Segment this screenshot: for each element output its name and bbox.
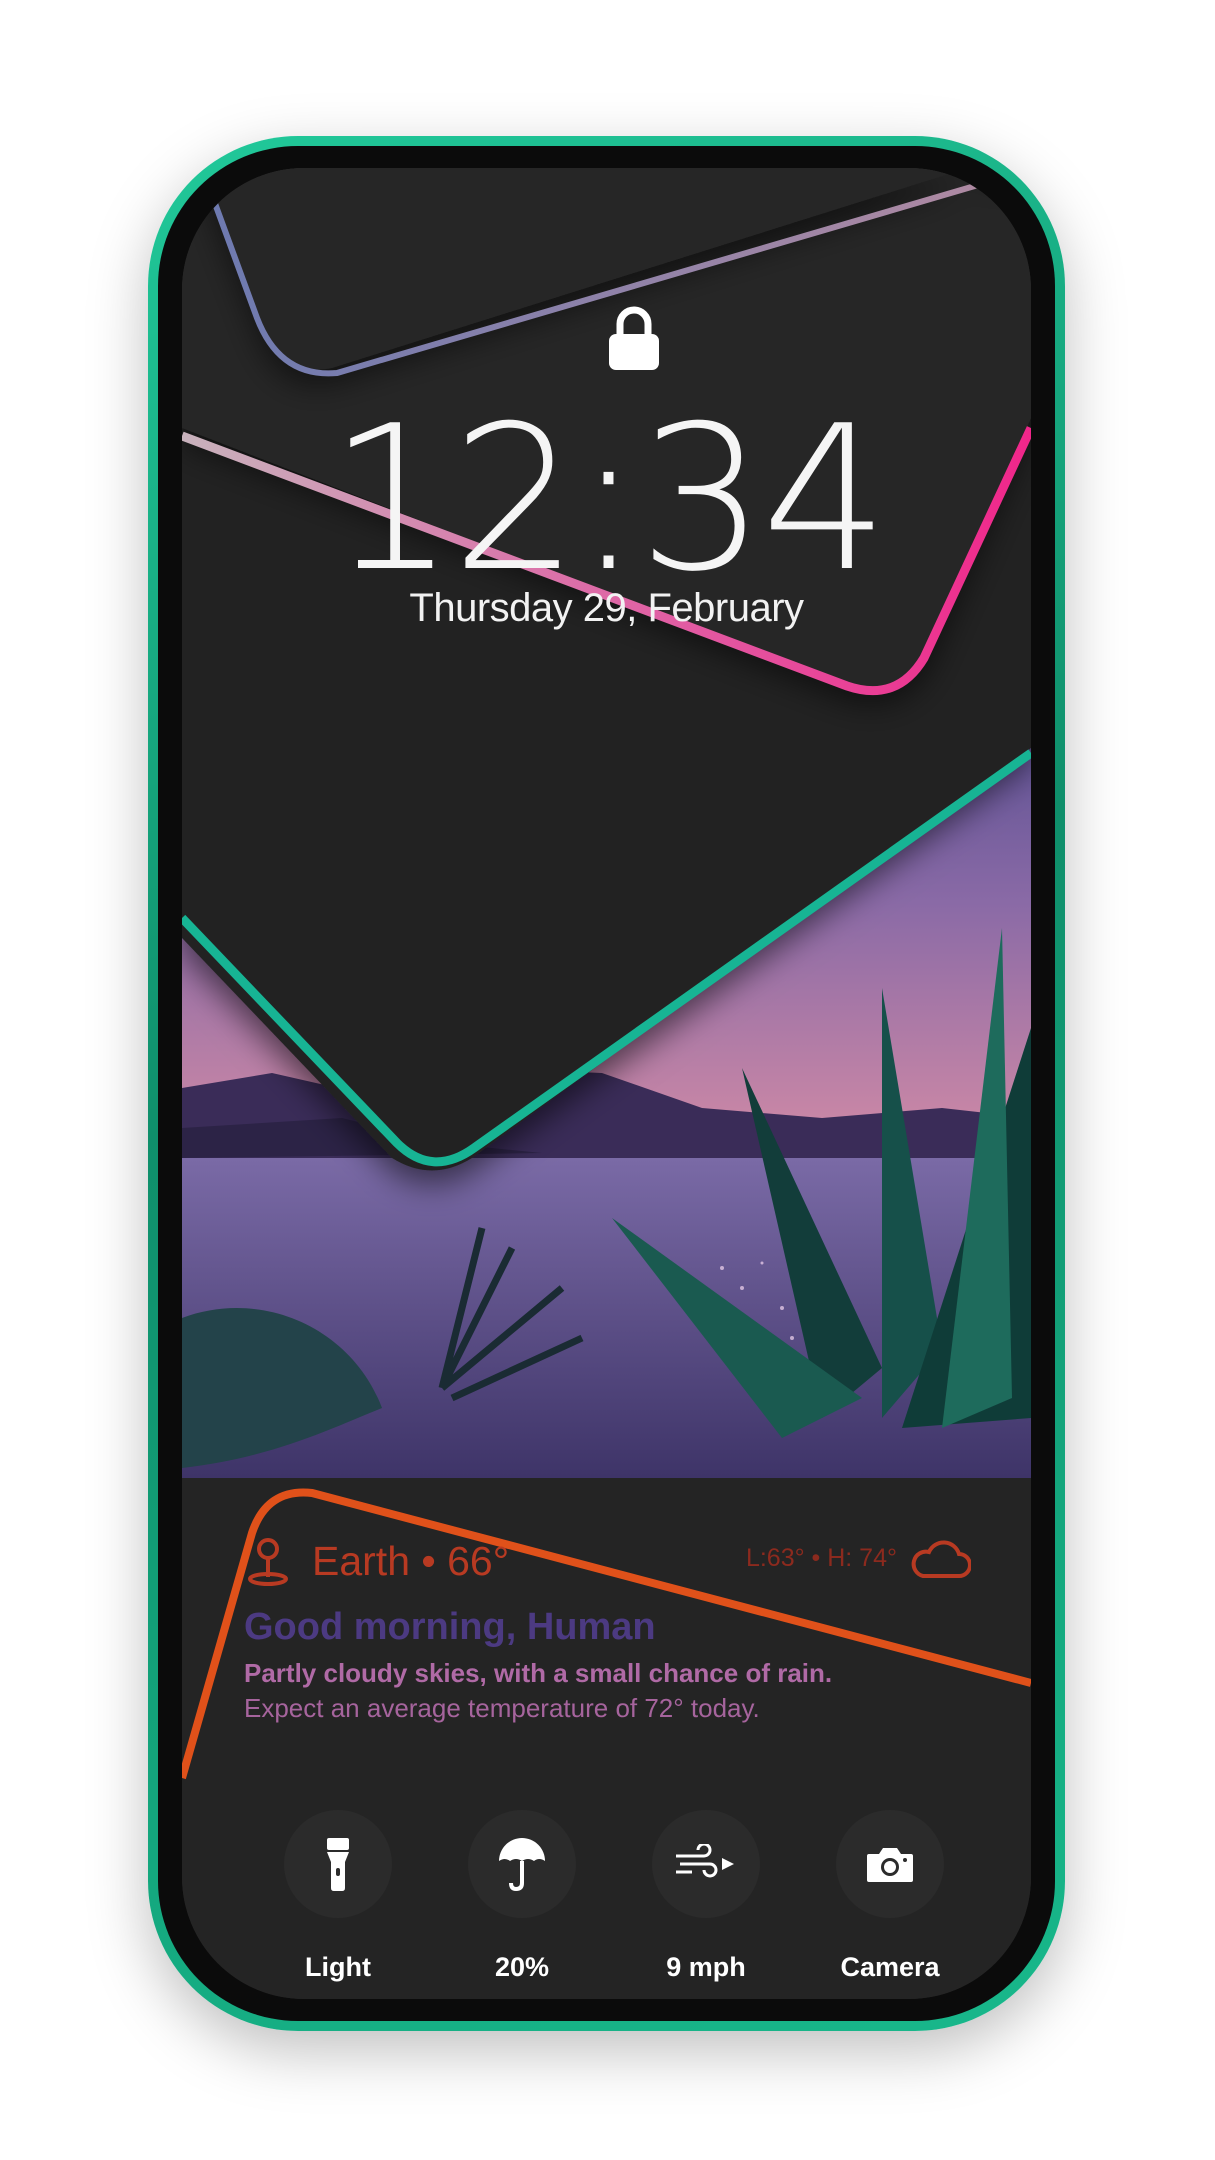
phone-bezel: 12:34 Thursday 29, February Earth • 66° … [158, 146, 1055, 2021]
phone-frame: 12:34 Thursday 29, February Earth • 66° … [148, 136, 1065, 2031]
weather-summary: Partly cloudy skies, with a small chance… [244, 1658, 833, 1688]
weather-location: Earth • 66° [246, 1535, 509, 1587]
clock-time: 12:34 [328, 383, 888, 616]
location-pin-icon [248, 1538, 288, 1586]
quick-action-label: 9 mph [666, 1952, 746, 1982]
quick-action-wind[interactable]: 9 mph [626, 1810, 786, 1983]
flashlight-button[interactable] [284, 1810, 392, 1918]
cloud-icon [911, 1540, 971, 1578]
quick-action-label: Camera [840, 1952, 940, 1982]
location-temperature: Earth • 66° [312, 1537, 510, 1584]
umbrella-button[interactable] [468, 1810, 576, 1918]
umbrella-icon [499, 1838, 545, 1891]
lock-icon [609, 306, 659, 370]
wind-icon [676, 1844, 734, 1878]
lock-screen: 12:34 Thursday 29, February Earth • 66° … [182, 168, 1031, 1999]
quick-action-label: Light [305, 1952, 371, 1982]
quick-action-label: 20% [494, 1952, 550, 1982]
date-label: Thursday 29, February [409, 586, 804, 630]
low-high-text: L:63° • H: 74° [745, 1543, 897, 1572]
wind-button[interactable] [652, 1810, 760, 1918]
greeting-title: Good morning, Human [244, 1606, 656, 1648]
quick-action-camera[interactable]: Camera [810, 1810, 970, 1983]
camera-button[interactable] [836, 1810, 944, 1918]
low-high-temperature: L:63° • H: 74° [746, 1536, 971, 1580]
flashlight-icon [327, 1838, 349, 1891]
quick-action-light[interactable]: Light [258, 1810, 418, 1983]
camera-icon [867, 1848, 913, 1882]
weather-detail: Expect an average temperature of 72° tod… [244, 1693, 760, 1723]
quick-action-rain-chance[interactable]: 20% [442, 1810, 602, 1983]
